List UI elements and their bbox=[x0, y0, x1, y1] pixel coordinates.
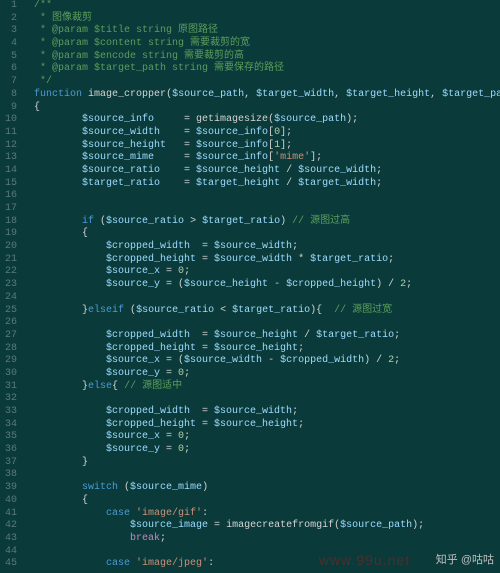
code-line: $source_x = ($source_width - $cropped_wi… bbox=[22, 355, 500, 368]
code-line: $cropped_height = $source_height; bbox=[22, 419, 500, 432]
line-number: 33 bbox=[0, 406, 17, 419]
line-number: 17 bbox=[0, 203, 17, 216]
code-line bbox=[22, 292, 500, 305]
code-line: */ bbox=[22, 76, 500, 89]
code-line: * @param $target_path string 需要保存的路径 bbox=[22, 63, 500, 76]
code-line bbox=[22, 190, 500, 203]
line-number: 28 bbox=[0, 343, 17, 356]
line-number: 23 bbox=[0, 279, 17, 292]
code-line: /** bbox=[22, 0, 500, 13]
code-line: * @param $title string 原图路径 bbox=[22, 25, 500, 38]
code-line: break; bbox=[22, 533, 500, 546]
code-line: if ($source_ratio > $target_ratio) // 源图… bbox=[22, 216, 500, 229]
code-line: $source_y = 0; bbox=[22, 444, 500, 457]
line-number: 10 bbox=[0, 114, 17, 127]
code-line: $source_x = 0; bbox=[22, 431, 500, 444]
code-line: $cropped_height = $source_height; bbox=[22, 343, 500, 356]
code-line bbox=[22, 469, 500, 482]
line-number: 36 bbox=[0, 444, 17, 457]
line-number: 37 bbox=[0, 457, 17, 470]
code-line: $cropped_height = $source_width * $targe… bbox=[22, 254, 500, 267]
line-number: 1 bbox=[0, 0, 17, 13]
line-number: 15 bbox=[0, 178, 17, 191]
code-line: $source_ratio = $source_height / $source… bbox=[22, 165, 500, 178]
line-number: 9 bbox=[0, 102, 17, 115]
line-number: 12 bbox=[0, 140, 17, 153]
code-line: * @param $encode string 需要裁剪的高 bbox=[22, 51, 500, 64]
line-number: 29 bbox=[0, 355, 17, 368]
line-number: 26 bbox=[0, 317, 17, 330]
line-number: 35 bbox=[0, 431, 17, 444]
code-line: $source_height = $source_info[1]; bbox=[22, 140, 500, 153]
code-line: { bbox=[22, 495, 500, 508]
line-number: 8 bbox=[0, 89, 17, 102]
code-line: * @param $content string 需要裁剪的宽 bbox=[22, 38, 500, 51]
watermark-author: 知乎 @咕咕 bbox=[436, 554, 494, 567]
line-number: 25 bbox=[0, 305, 17, 318]
line-number: 22 bbox=[0, 266, 17, 279]
code-line: $source_y = ($source_height - $cropped_h… bbox=[22, 279, 500, 292]
line-number-gutter: 1234567891011121314151617181920212223242… bbox=[0, 0, 22, 571]
line-number: 38 bbox=[0, 469, 17, 482]
code-line: case 'image/jpeg': bbox=[22, 558, 500, 571]
code-line: $cropped_width = $source_height / $targe… bbox=[22, 330, 500, 343]
code-line bbox=[22, 393, 500, 406]
line-number: 11 bbox=[0, 127, 17, 140]
line-number: 5 bbox=[0, 51, 17, 64]
line-number: 7 bbox=[0, 76, 17, 89]
code-line: $source_width = $source_info[0]; bbox=[22, 127, 500, 140]
code-line: }else{ // 源图适中 bbox=[22, 381, 500, 394]
line-number: 30 bbox=[0, 368, 17, 381]
line-number: 27 bbox=[0, 330, 17, 343]
code-editor: 1234567891011121314151617181920212223242… bbox=[0, 0, 500, 571]
code-area[interactable]: /** * 图像裁剪 * @param $title string 原图路径 *… bbox=[22, 0, 500, 571]
line-number: 20 bbox=[0, 241, 17, 254]
line-number: 32 bbox=[0, 393, 17, 406]
line-number: 34 bbox=[0, 419, 17, 432]
line-number: 40 bbox=[0, 495, 17, 508]
code-line: case 'image/gif': bbox=[22, 508, 500, 521]
code-line: switch ($source_mime) bbox=[22, 482, 500, 495]
code-line bbox=[22, 317, 500, 330]
code-line: { bbox=[22, 102, 500, 115]
code-line: { bbox=[22, 228, 500, 241]
line-number: 16 bbox=[0, 190, 17, 203]
code-line bbox=[22, 546, 500, 559]
line-number: 44 bbox=[0, 546, 17, 559]
line-number: 24 bbox=[0, 292, 17, 305]
line-number: 39 bbox=[0, 482, 17, 495]
line-number: 21 bbox=[0, 254, 17, 267]
watermark-site: www.99u.net bbox=[319, 554, 410, 567]
code-line: }elseif ($source_ratio < $target_ratio){… bbox=[22, 305, 500, 318]
code-line: $source_info = getimagesize($source_path… bbox=[22, 114, 500, 127]
code-line: $cropped_width = $source_width; bbox=[22, 406, 500, 419]
line-number: 18 bbox=[0, 216, 17, 229]
line-number: 43 bbox=[0, 533, 17, 546]
code-line: function image_cropper($source_path, $ta… bbox=[22, 89, 500, 102]
line-number: 6 bbox=[0, 63, 17, 76]
code-line: $cropped_width = $source_width; bbox=[22, 241, 500, 254]
line-number: 13 bbox=[0, 152, 17, 165]
code-line: } bbox=[22, 457, 500, 470]
line-number: 2 bbox=[0, 13, 17, 26]
line-number: 31 bbox=[0, 381, 17, 394]
code-line bbox=[22, 203, 500, 216]
line-number: 41 bbox=[0, 508, 17, 521]
line-number: 4 bbox=[0, 38, 17, 51]
code-line: $source_y = 0; bbox=[22, 368, 500, 381]
line-number: 14 bbox=[0, 165, 17, 178]
line-number: 3 bbox=[0, 25, 17, 38]
line-number: 42 bbox=[0, 520, 17, 533]
code-line: $source_x = 0; bbox=[22, 266, 500, 279]
code-line: $source_mime = $source_info['mime']; bbox=[22, 152, 500, 165]
code-line: * 图像裁剪 bbox=[22, 13, 500, 26]
line-number: 45 bbox=[0, 558, 17, 571]
code-line: $source_image = imagecreatefromgif($sour… bbox=[22, 520, 500, 533]
code-line: $target_ratio = $target_height / $target… bbox=[22, 178, 500, 191]
line-number: 19 bbox=[0, 228, 17, 241]
